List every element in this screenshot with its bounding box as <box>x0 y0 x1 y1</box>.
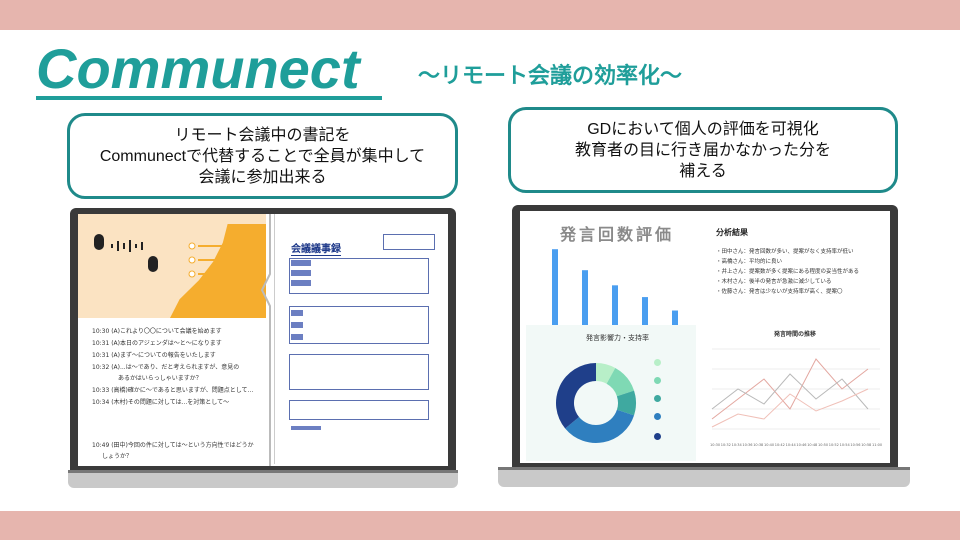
sound-wave-icon <box>111 240 143 252</box>
log-line: 10:33 (高橋)確かに〜であると思いますが、問題点として... <box>92 387 254 394</box>
doc-decision-box <box>289 400 429 420</box>
doc-content-box <box>289 354 429 390</box>
x-tick-label: 10:54 <box>839 443 850 447</box>
x-tick-label: 10:42 <box>774 443 785 447</box>
log-line: 10:34 (木村)その問題に対しては...を対策として〜 <box>92 399 230 406</box>
log-line: 10:31 (A)まず〜についての報告をいたします <box>92 352 216 359</box>
analysis-line: ・木村さん：後半の発言が急激に減少している <box>716 279 832 285</box>
callout-left-line: リモート会議中の書記を <box>174 126 351 144</box>
log-line: 10:30 (A)これより〇〇について会議を始めます <box>92 328 222 335</box>
x-tick-label: 10:50 <box>818 443 829 447</box>
log-line: しょうか？ <box>102 453 133 460</box>
x-tick-label: 10:58 <box>861 443 872 447</box>
x-tick-label: 10:30 <box>710 443 721 447</box>
analysis-line: ・高橋さん：平均的に良い <box>716 259 783 265</box>
microphone-icon <box>94 234 104 250</box>
doc-table-cell <box>291 426 321 430</box>
doc-table-cell <box>291 260 311 266</box>
x-tick-label: 10:38 <box>753 443 764 447</box>
x-tick-label: 10:46 <box>796 443 807 447</box>
bottom-band <box>0 511 960 540</box>
x-tick-label: 10:56 <box>850 443 861 447</box>
right-laptop: 発言回数評価 分析結果 ・田中さん：発言回数が多い、提案がなく支持率が低い ・高… <box>498 205 910 488</box>
line-chart-x-axis: 10:30 10:32 10:34 10:36 10:38 10:40 10:42 10:44… <box>710 443 886 451</box>
donut-slice <box>556 363 596 429</box>
subtitle: 〜リモート会議の効率化〜 <box>418 64 683 89</box>
left-laptop-screen: 10:30 (A)これより〇〇について会議を始めます 10:31 (A)本日のア… <box>78 214 448 466</box>
minutes-panel: 10:30 (A)これより〇〇について会議を始めます 10:31 (A)本日のア… <box>78 214 266 464</box>
callout-left-line: 会議に参加出来る <box>198 168 327 186</box>
x-tick-label: 10:44 <box>785 443 796 447</box>
doc-stamp-box <box>383 234 435 250</box>
legend-dot <box>654 377 661 384</box>
donut-chart <box>556 363 636 443</box>
log-line: 10:49 (田中)今回の件に対しては〜という方向性ではどうか <box>92 442 254 449</box>
bar <box>612 285 618 329</box>
line-chart-title: 発言時間の推移 <box>774 331 817 338</box>
analysis-line: ・井上さん：提案数が多く提案にある程度の妥当性がある <box>716 269 860 275</box>
callout-right-line: 教育者の目に行き届かなかった分を <box>574 141 831 159</box>
log-line: あるかはいらっしゃいますか？ <box>118 375 202 382</box>
x-tick-label: 11:00 <box>872 443 883 447</box>
legend-dot <box>654 433 661 440</box>
doc-table-cell <box>291 270 311 276</box>
x-tick-label: 10:48 <box>807 443 818 447</box>
minutes-illustration <box>78 214 266 318</box>
doc-table-cell <box>291 280 311 286</box>
analysis-line: ・田中さん：発言回数が多い、提案がなく支持率が低い <box>716 249 854 255</box>
line-series-2 <box>711 373 869 410</box>
analysis-title: 分析結果 <box>716 228 748 237</box>
doc-table-cell <box>291 322 303 328</box>
callout-right: GDにおいて個人の評価を可視化 教育者の目に行き届かなかった分を 補える <box>508 107 898 193</box>
bar <box>552 249 558 329</box>
legend-dot <box>654 395 661 402</box>
analysis-line: ・佐藤さん：発言は少ないが支持率が高く、提案〇 <box>716 289 843 295</box>
x-tick-label: 10:32 <box>720 443 731 447</box>
top-band <box>0 0 960 30</box>
logo-text: Communect <box>36 37 360 100</box>
x-tick-label: 10:36 <box>742 443 753 447</box>
legend-dot <box>654 413 661 420</box>
callout-right-line: GDにおいて個人の評価を可視化 <box>587 120 819 138</box>
right-laptop-base <box>498 467 910 487</box>
bar-chart <box>538 249 682 330</box>
callout-left-line: Communectで代替することで全員が集中して <box>99 147 426 165</box>
bar <box>582 270 588 329</box>
x-tick-label: 10:52 <box>828 443 839 447</box>
doc-table-cell <box>291 310 303 316</box>
callout-left: リモート会議中の書記を Communectで代替することで全員が集中して 会議に… <box>67 113 458 199</box>
right-laptop-screen: 発言回数評価 分析結果 ・田中さん：発言回数が多い、提案がなく支持率が低い ・高… <box>520 211 890 463</box>
legend-dot <box>654 359 661 366</box>
minutes-document: 会議議事録 <box>274 214 444 464</box>
doc-title: 会議議事録 <box>291 240 341 256</box>
left-laptop-hinge <box>68 470 458 473</box>
right-laptop-hinge <box>498 467 910 470</box>
left-laptop: 10:30 (A)これより〇〇について会議を始めます 10:31 (A)本日のア… <box>68 208 458 490</box>
line-chart <box>711 348 880 430</box>
callout-right-line: 補える <box>679 162 727 180</box>
microphone-icon <box>148 256 158 272</box>
logo-underline <box>36 96 382 100</box>
x-tick-label: 10:40 <box>764 443 775 447</box>
x-tick-label: 10:34 <box>731 443 742 447</box>
donut-title: 発言影響力・支持率 <box>586 334 649 342</box>
log-line: 10:31 (A)本日のアジェンダは〜と〜になります <box>92 340 222 347</box>
doc-table-cell <box>291 334 303 340</box>
doc-attendee-table <box>289 306 429 344</box>
log-line: 10:32 (A)...は〜であり、だと考えられますが、意見の <box>92 364 240 371</box>
bullet-lines-icon <box>188 242 248 278</box>
